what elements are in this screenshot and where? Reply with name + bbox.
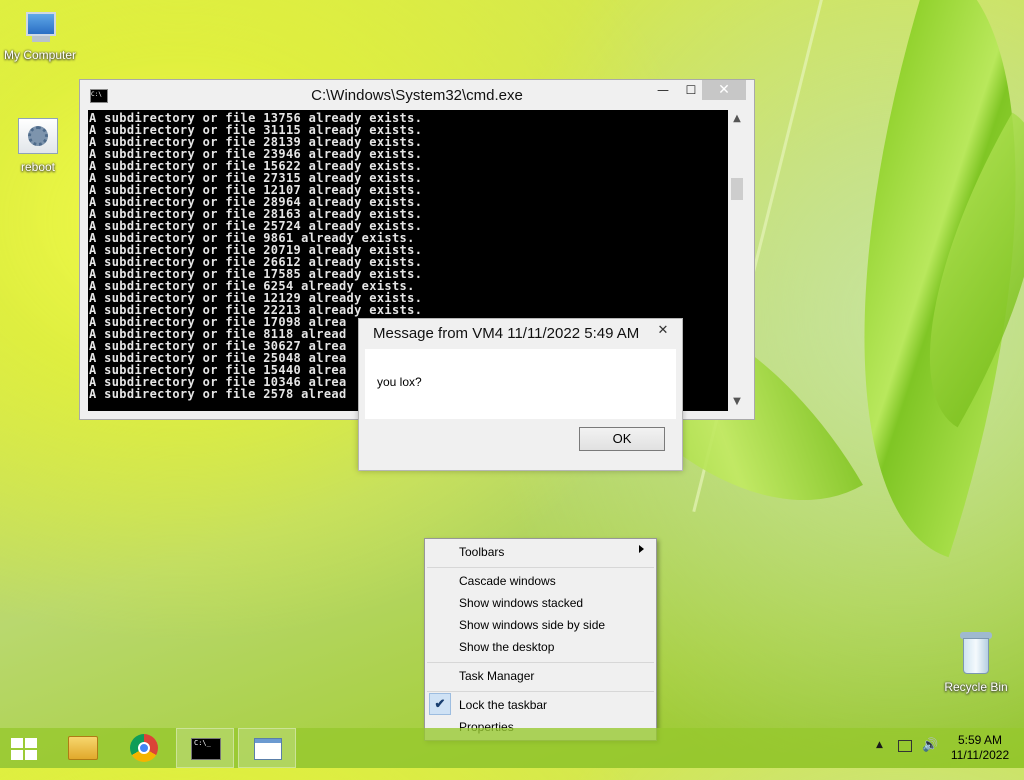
scroll-up-arrow-icon[interactable]: ▲ bbox=[728, 112, 746, 126]
dialog-message: you lox? bbox=[377, 375, 422, 389]
menu-item-show-the-desktop[interactable]: Show the desktop bbox=[459, 636, 554, 658]
message-dialog[interactable]: Message from VM4 11/11/2022 5:49 AM ✕ yo… bbox=[358, 318, 683, 471]
gear-icon bbox=[18, 118, 58, 154]
menu-item-show-windows-side-by-side[interactable]: Show windows side by side bbox=[459, 614, 605, 636]
network-icon[interactable] bbox=[898, 740, 912, 752]
maximize-button[interactable]: ☐ bbox=[678, 80, 704, 100]
minimize-button[interactable]: — bbox=[650, 80, 676, 100]
menu-item-lock-the-taskbar[interactable]: Lock the taskbar bbox=[459, 694, 547, 716]
show-hidden-icons-icon[interactable]: ▲ bbox=[876, 740, 883, 780]
desktop-icon-label: Recycle Bin bbox=[944, 680, 1008, 694]
scrollbar-thumb[interactable] bbox=[731, 178, 743, 200]
taskbar-cmd[interactable]: C:\_ bbox=[176, 728, 234, 768]
taskbar-chrome[interactable] bbox=[116, 728, 174, 768]
taskbar-message-window[interactable] bbox=[238, 728, 296, 768]
volume-icon[interactable]: 🔊 bbox=[922, 738, 938, 778]
taskbar-context-menu[interactable]: Toolbars Cascade windows Show windows st… bbox=[424, 538, 657, 741]
message-window-icon bbox=[254, 738, 282, 760]
chrome-icon bbox=[130, 734, 158, 762]
desktop-icon-label: My Computer bbox=[3, 48, 77, 62]
desktop-icon-my-computer[interactable]: My Computer bbox=[0, 10, 80, 62]
start-button[interactable] bbox=[0, 728, 58, 768]
recycle-bin-icon bbox=[960, 632, 992, 674]
desktop-icon-recycle-bin[interactable]: Recycle Bin bbox=[936, 632, 1016, 694]
submenu-arrow-icon bbox=[639, 545, 644, 553]
menu-item-cascade-windows[interactable]: Cascade windows bbox=[459, 570, 556, 592]
desktop-icon-reboot[interactable]: reboot bbox=[0, 118, 78, 174]
desktop-icon-label: reboot bbox=[20, 160, 56, 174]
dialog-close-button[interactable]: ✕ bbox=[649, 321, 677, 341]
clock-time: 5:59 AM bbox=[957, 733, 1003, 747]
folder-icon bbox=[68, 736, 98, 760]
close-button[interactable]: ✕ bbox=[702, 80, 746, 100]
menu-item-task-manager[interactable]: Task Manager bbox=[459, 665, 534, 687]
checkmark-icon: ✔ bbox=[429, 693, 451, 715]
menu-separator bbox=[427, 691, 654, 692]
dialog-title: Message from VM4 11/11/2022 5:49 AM bbox=[373, 325, 640, 342]
cmd-icon: C:\_ bbox=[191, 738, 221, 760]
menu-separator bbox=[427, 662, 654, 663]
dialog-body: you lox? bbox=[365, 349, 676, 419]
taskbar-file-explorer[interactable] bbox=[52, 728, 110, 768]
menu-separator bbox=[427, 567, 654, 568]
scroll-down-arrow-icon[interactable]: ▼ bbox=[728, 395, 746, 409]
windows-logo-icon bbox=[11, 738, 37, 760]
vertical-scrollbar[interactable]: ▲ ▼ bbox=[728, 110, 746, 411]
cmd-titlebar[interactable]: C:\ C:\Windows\System32\cmd.exe — ☐ ✕ bbox=[80, 80, 754, 110]
taskbar-clock[interactable]: 5:59 AM 11/11/2022 bbox=[944, 733, 1016, 763]
clock-date: 11/11/2022 bbox=[950, 748, 1010, 762]
computer-icon bbox=[20, 10, 60, 46]
taskbar[interactable]: C:\_ ▲ 🔊 5:59 AM 11/11/2022 bbox=[0, 728, 1024, 768]
ok-button[interactable]: OK bbox=[579, 427, 665, 451]
menu-item-show-windows-stacked[interactable]: Show windows stacked bbox=[459, 592, 583, 614]
menu-item-toolbars[interactable]: Toolbars bbox=[459, 541, 504, 563]
